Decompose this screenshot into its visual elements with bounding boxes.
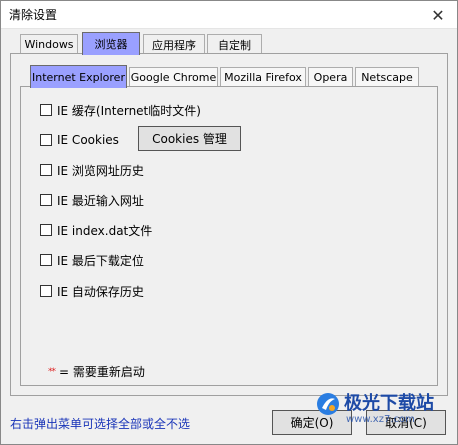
ie-cache-checkbox[interactable] — [40, 104, 52, 116]
option-ie-cache[interactable]: IE 缓存(Internet临时文件) — [40, 102, 201, 118]
option-label: IE 浏览网址历史 — [57, 163, 144, 178]
ie-typed-urls-checkbox[interactable] — [40, 194, 52, 206]
ie-download-location-checkbox[interactable] — [40, 254, 52, 266]
restart-note-text: = 需要重新启动 — [59, 365, 145, 379]
tab-netscape[interactable]: Netscape — [355, 67, 419, 87]
option-label: IE 自动保存历史 — [57, 284, 144, 299]
restart-marker: ** — [48, 366, 56, 377]
option-label: IE 缓存(Internet临时文件) — [57, 103, 201, 118]
ie-autosave-history-checkbox[interactable] — [40, 285, 52, 297]
option-ie-download-location[interactable]: IE 最后下载定位 — [40, 252, 144, 268]
option-label: IE 最近输入网址 — [57, 193, 144, 208]
option-ie-cookies[interactable]: IE Cookies — [40, 132, 119, 148]
option-ie-autosave-history[interactable]: IE 自动保存历史 — [40, 283, 144, 299]
tab-google-chrome[interactable]: Google Chrome — [129, 67, 218, 87]
title-bar: 清除设置 ✕ — [1, 1, 457, 29]
option-label: IE 最后下载定位 — [57, 253, 144, 268]
option-ie-index-dat[interactable]: IE index.dat文件 — [40, 222, 152, 238]
option-label: IE index.dat文件 — [57, 223, 153, 238]
cookies-manage-button[interactable]: Cookies 管理 — [138, 126, 241, 151]
option-ie-typed-urls[interactable]: IE 最近输入网址 — [40, 192, 144, 208]
tab-custom[interactable]: 自定制 — [207, 34, 262, 54]
tab-applications[interactable]: 应用程序 — [143, 34, 205, 54]
window-title: 清除设置 — [9, 8, 58, 22]
close-button[interactable]: ✕ — [419, 1, 457, 29]
tab-windows[interactable]: Windows — [20, 34, 78, 54]
ok-button[interactable]: 确定(O) — [272, 410, 352, 435]
context-menu-hint: 右击弹出菜单可选择全部或全不选 — [10, 417, 191, 431]
ie-index-dat-checkbox[interactable] — [40, 224, 52, 236]
cancel-button[interactable]: 取消(C) — [366, 410, 446, 435]
tab-browser[interactable]: 浏览器 — [82, 32, 140, 55]
tab-mozilla-firefox[interactable]: Mozilla Firefox — [220, 67, 306, 87]
restart-note: ** = 需要重新启动 — [48, 363, 145, 380]
tab-opera[interactable]: Opera — [308, 67, 353, 87]
ie-cookies-checkbox[interactable] — [40, 134, 52, 146]
option-label: IE Cookies — [57, 133, 119, 147]
tab-internet-explorer[interactable]: Internet Explorer — [30, 65, 127, 88]
option-ie-history[interactable]: IE 浏览网址历史 — [40, 162, 144, 178]
ie-history-checkbox[interactable] — [40, 164, 52, 176]
